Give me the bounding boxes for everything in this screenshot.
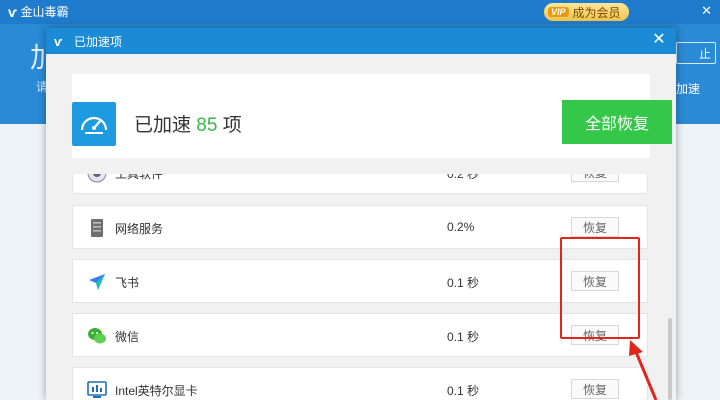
accelerated-count: 85 <box>196 115 218 136</box>
item-name: 网络服务 <box>115 222 164 236</box>
item-time: 0.1 秒 <box>447 384 480 398</box>
item-time: 0.2 秒 <box>447 174 480 181</box>
vip-button[interactable]: VIP 成为会员 <box>544 3 629 21</box>
vip-badge: VIP <box>548 7 569 17</box>
heading-prefix: 已加速 <box>134 115 192 136</box>
close-icon[interactable]: ✕ <box>701 3 712 19</box>
dialog-titlebar: ⱱ 已加速项 ✕ <box>46 28 676 54</box>
item-time: 0.2% <box>447 220 475 234</box>
item-name: 微信 <box>115 330 140 344</box>
list-item: Intel英特尔显卡 0.1 秒 恢复 <box>72 367 648 400</box>
tool-software-icon <box>87 174 107 183</box>
item-name: 工具软件 <box>115 174 164 181</box>
speedometer-icon <box>72 102 116 151</box>
heading-suffix: 项 <box>222 115 242 136</box>
app-logo-text: 金山毒霸 <box>20 5 69 19</box>
close-icon[interactable]: ✕ <box>650 31 668 49</box>
item-time: 0.1 秒 <box>447 276 480 290</box>
logo-mark-icon: ⱱ <box>8 3 17 20</box>
restore-all-button[interactable]: 全部恢复 <box>562 100 672 144</box>
logo-mark-icon: ⱱ <box>54 33 62 49</box>
annotation-highlight-box <box>560 237 640 339</box>
intel-graphics-icon <box>87 380 107 400</box>
dialog-title: 已加速项 <box>74 34 123 49</box>
accelerated-items-dialog: ⱱ 已加速项 ✕ 已加速 85 项 全部恢复 工具软件 0.2 秒 网络服务 0… <box>46 28 676 400</box>
item-name: Intel英特尔显卡 <box>115 384 198 398</box>
scrollbar-thumb[interactable] <box>668 318 672 400</box>
vip-label: 成为会员 <box>572 5 621 20</box>
restore-button[interactable]: 恢复 <box>571 174 619 182</box>
network-service-icon <box>87 218 107 238</box>
item-name: 飞书 <box>115 276 140 290</box>
wechat-icon <box>87 326 107 346</box>
restore-button[interactable]: 恢复 <box>571 379 619 399</box>
list-item: 工具软件 0.2 秒 恢复 <box>72 174 648 194</box>
item-time: 0.1 秒 <box>447 330 480 344</box>
app-stop-button[interactable]: 止 <box>676 42 716 64</box>
app-logo: ⱱ 金山毒霸 <box>8 3 69 20</box>
app-window-controls: ✕ <box>701 3 712 19</box>
restore-button[interactable]: 恢复 <box>571 217 619 237</box>
app-side-text: 加速 <box>676 82 701 96</box>
dialog-body: 已加速 85 项 全部恢复 工具软件 0.2 秒 恢复 <box>46 54 676 400</box>
accelerated-count-heading: 已加速 85 项 <box>134 110 242 137</box>
app-titlebar: ⱱ 金山毒霸 VIP 成为会员 ✕ <box>0 0 720 24</box>
feishu-icon <box>87 272 107 292</box>
summary-panel: 已加速 85 项 全部恢复 <box>72 74 672 158</box>
